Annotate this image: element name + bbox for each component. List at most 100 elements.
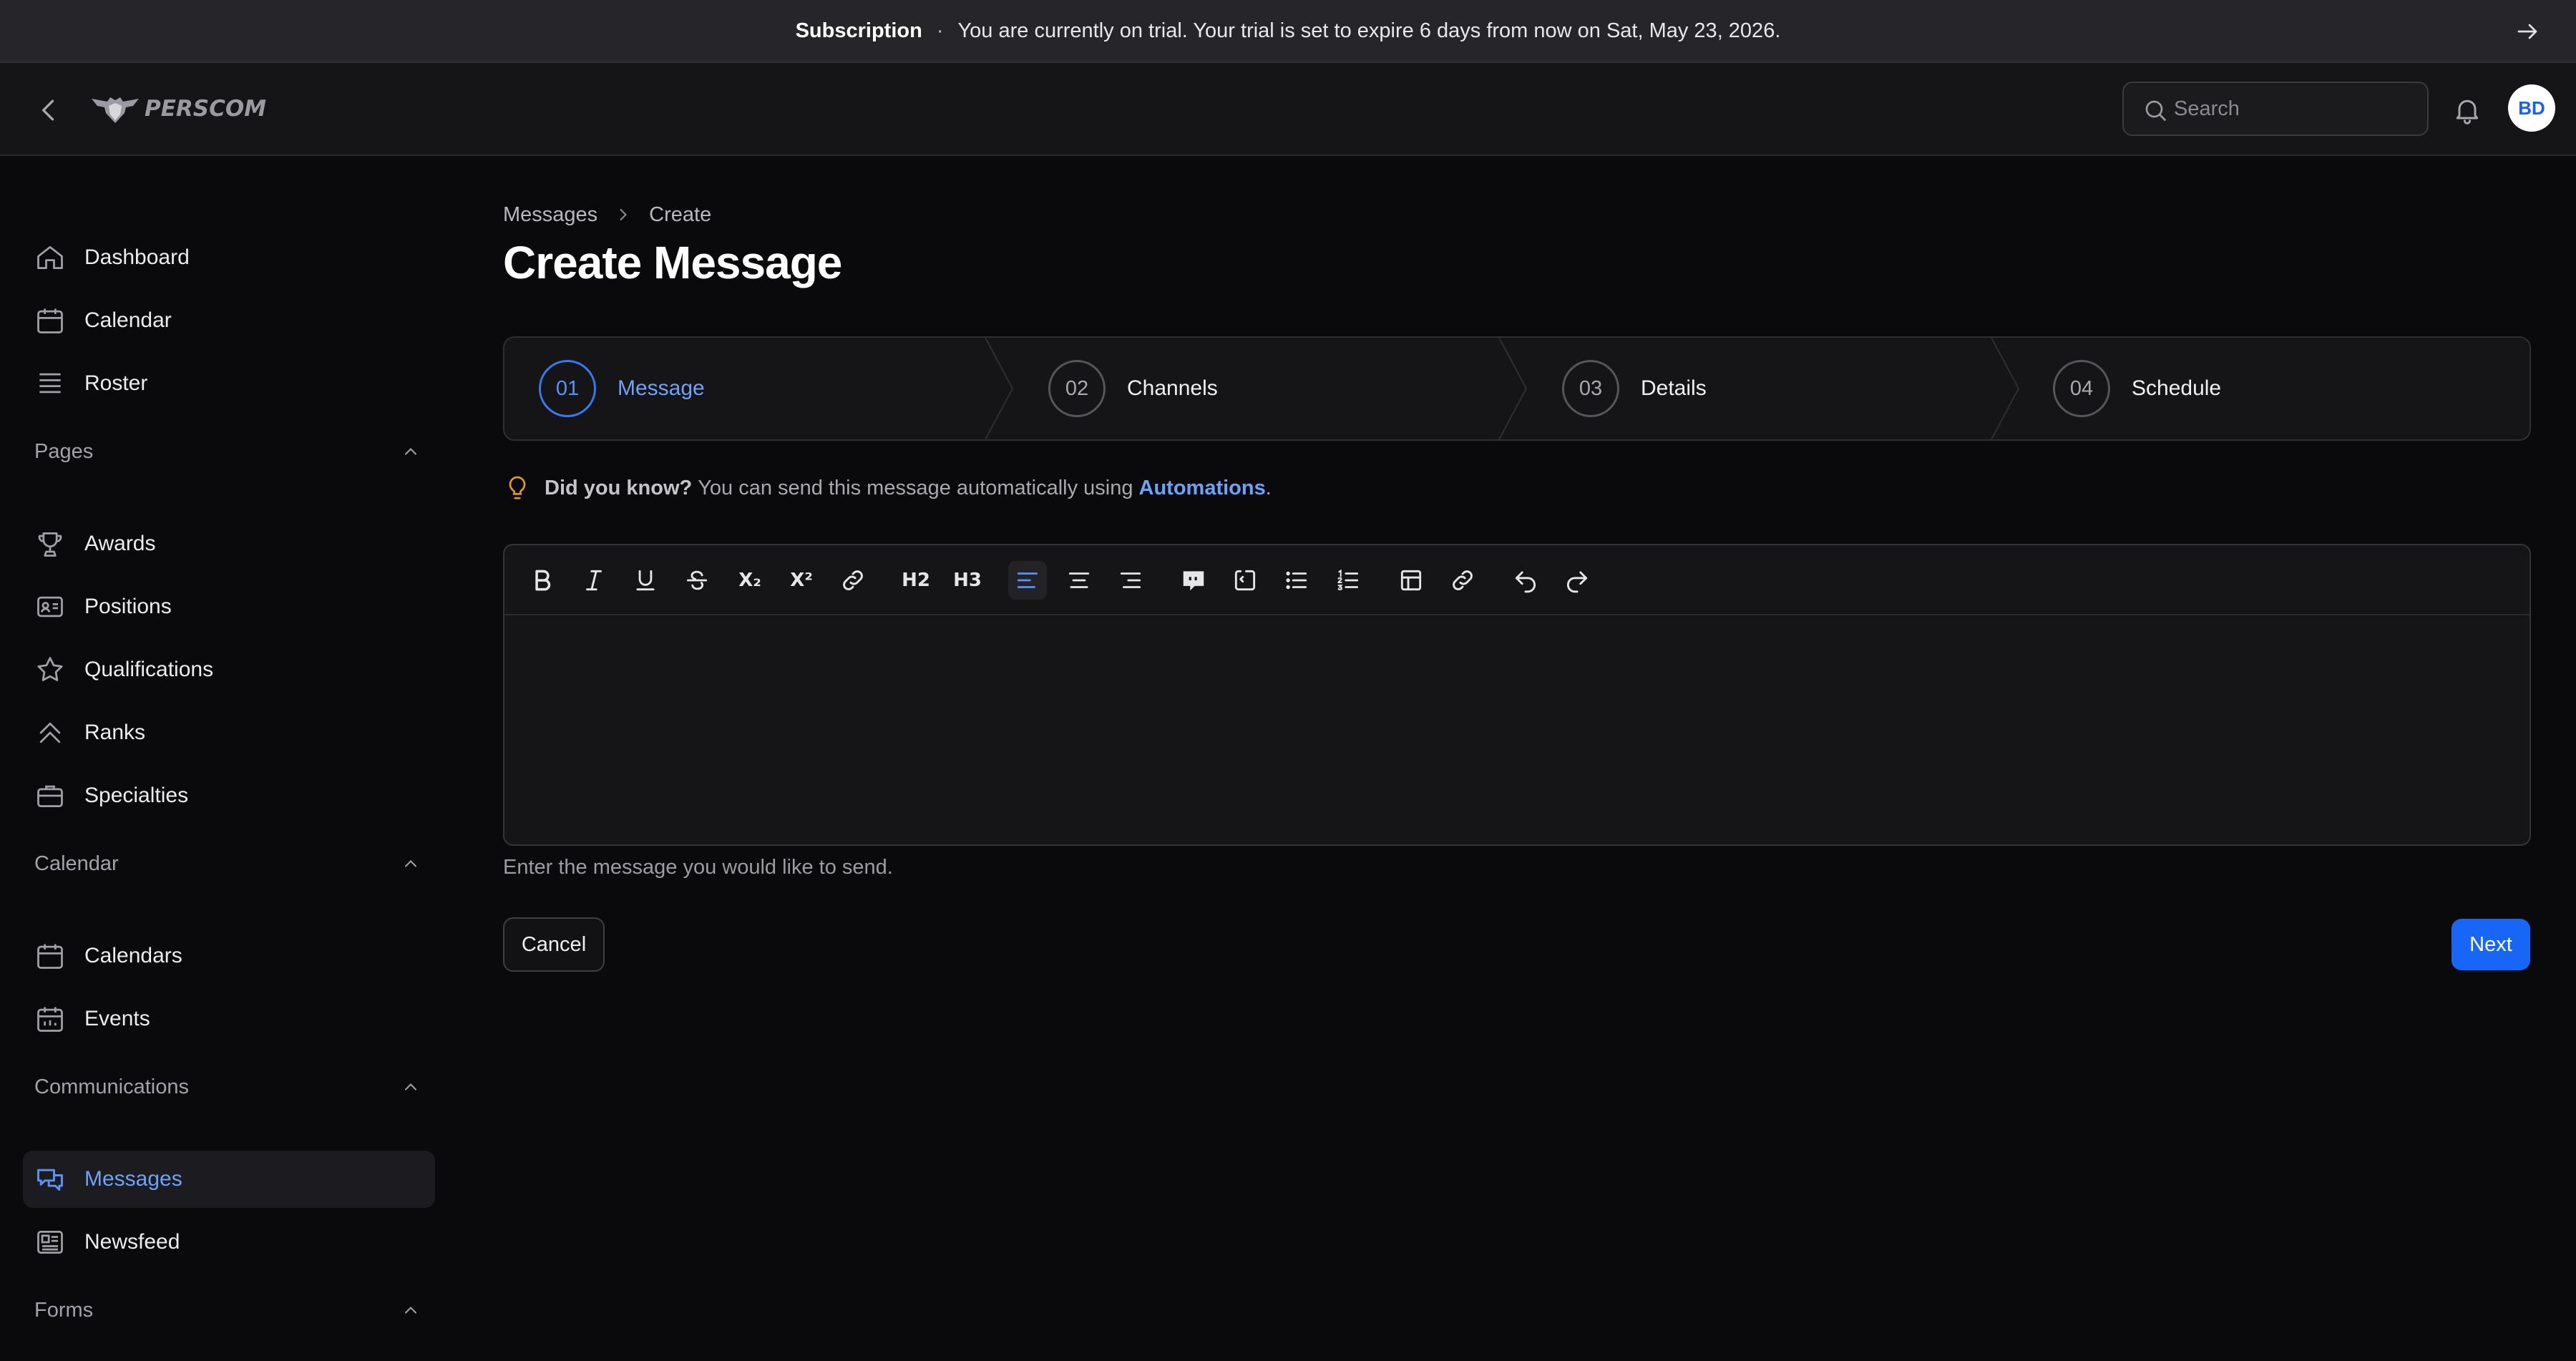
step-number: 03 — [1562, 360, 1619, 417]
briefcase-icon — [37, 785, 63, 808]
sidebar: Dashboard Calendar Roster Pages Awards P… — [0, 157, 458, 1361]
section-title: Calendar — [34, 852, 119, 875]
underline-button[interactable] — [626, 561, 665, 600]
step-number: 02 — [1048, 360, 1106, 417]
attach-link-button[interactable] — [1443, 561, 1482, 600]
subscription-banner: Subscription · You are currently on tria… — [0, 0, 2576, 63]
step-message[interactable]: 01 Message — [539, 338, 705, 439]
ordered-list-button[interactable] — [1329, 561, 1367, 600]
step-divider — [985, 338, 1014, 439]
section-title: Communications — [34, 1075, 189, 1098]
breadcrumb-create: Create — [649, 203, 712, 226]
sidebar-item-dashboard[interactable]: Dashboard — [23, 229, 435, 286]
perscom-logo[interactable]: PERSCOM — [90, 89, 266, 129]
redo-button[interactable] — [1558, 561, 1596, 600]
code-block-icon — [1234, 570, 1256, 591]
sidebar-item-label: Positions — [84, 595, 172, 618]
heading-3-label: H3 — [953, 570, 982, 591]
next-button[interactable]: Next — [2451, 919, 2530, 970]
table-icon — [1400, 570, 1422, 591]
search-input[interactable] — [2174, 97, 2403, 121]
id-card-icon — [37, 596, 63, 618]
section-calendar[interactable]: Calendar — [34, 846, 421, 882]
sidebar-item-events[interactable]: Events — [23, 990, 435, 1048]
step-label: Details — [1641, 376, 1707, 400]
code-block-button[interactable] — [1226, 561, 1264, 600]
sidebar-item-newsfeed[interactable]: Newsfeed — [23, 1214, 435, 1271]
calendar-icon — [37, 944, 63, 969]
arrow-right-icon[interactable] — [2514, 19, 2540, 44]
sidebar-item-qualifications[interactable]: Qualifications — [23, 641, 435, 698]
align-left-button[interactable] — [1008, 561, 1047, 600]
step-label: Channels — [1127, 376, 1218, 400]
tip-text: Did you know? You can send this message a… — [545, 477, 1272, 500]
align-center-button[interactable] — [1060, 561, 1098, 600]
sidebar-item-roster[interactable]: Roster — [23, 355, 435, 412]
chain-link-icon — [1453, 570, 1473, 590]
section-communications[interactable]: Communications — [34, 1069, 421, 1105]
align-right-icon — [1120, 572, 1141, 588]
step-details[interactable]: 03 Details — [1562, 338, 1707, 439]
heading-2-button[interactable]: H2 — [897, 561, 935, 600]
chevron-up-icon — [404, 1307, 417, 1314]
step-channels[interactable]: 02 Channels — [1048, 338, 1218, 439]
bold-button[interactable] — [523, 561, 562, 600]
section-forms[interactable]: Forms — [34, 1292, 421, 1328]
banner-separator: · — [936, 19, 944, 42]
sidebar-item-label: Dashboard — [84, 245, 190, 269]
align-left-icon — [1017, 572, 1038, 588]
message-body-input[interactable] — [504, 617, 2529, 844]
underline-icon — [636, 570, 655, 591]
sidebar-item-label: Ranks — [84, 721, 146, 744]
bell-icon[interactable] — [2451, 94, 2483, 126]
sidebar-item-positions[interactable]: Positions — [23, 578, 435, 635]
step-wizard: 01 Message 02 Channels 03 Details 04 Sch… — [503, 336, 2531, 441]
align-center-icon — [1068, 572, 1090, 588]
table-button[interactable] — [1392, 561, 1430, 600]
winged-shield-icon — [92, 97, 139, 123]
sidebar-item-awards[interactable]: Awards — [23, 515, 435, 572]
chevron-left-icon[interactable] — [33, 94, 64, 126]
redo-icon — [1566, 571, 1588, 593]
sidebar-item-label: Roster — [84, 371, 148, 395]
chevrons-up-icon — [39, 722, 61, 743]
link-button[interactable] — [834, 561, 872, 600]
heading-2-label: H2 — [902, 570, 930, 591]
undo-icon — [1515, 571, 1536, 593]
user-avatar[interactable]: BD — [2508, 84, 2555, 132]
bold-icon — [535, 570, 551, 591]
trophy-icon — [38, 532, 62, 557]
breadcrumb: Messages Create — [503, 200, 711, 229]
heading-3-button[interactable]: H3 — [948, 561, 987, 600]
section-pages[interactable]: Pages — [34, 434, 421, 469]
sidebar-item-messages[interactable]: Messages — [23, 1151, 435, 1208]
chat-bubbles-icon — [37, 1169, 63, 1191]
search-box[interactable] — [2122, 82, 2429, 136]
sidebar-item-specialties[interactable]: Specialties — [23, 767, 435, 824]
superscript-button[interactable]: X² — [782, 561, 821, 600]
did-you-know-tip: Did you know? You can send this message a… — [503, 472, 1272, 504]
automations-link[interactable]: Automations — [1139, 477, 1266, 499]
undo-button[interactable] — [1506, 561, 1545, 600]
italic-button[interactable] — [575, 561, 613, 600]
align-right-button[interactable] — [1111, 561, 1150, 600]
sidebar-item-ranks[interactable]: Ranks — [23, 704, 435, 761]
subscript-button[interactable]: X₂ — [731, 561, 769, 600]
blockquote-button[interactable] — [1174, 561, 1213, 600]
breadcrumb-messages[interactable]: Messages — [503, 203, 597, 227]
banner-title: Subscription — [795, 19, 922, 42]
quote-bubble-icon — [1183, 571, 1204, 591]
chevron-right-icon — [620, 208, 628, 221]
strikethrough-button[interactable] — [678, 561, 716, 600]
bullet-list-button[interactable] — [1277, 561, 1316, 600]
step-number: 04 — [2053, 360, 2110, 417]
newspaper-icon — [37, 1230, 63, 1254]
sidebar-item-calendars[interactable]: Calendars — [23, 927, 435, 985]
link-icon — [843, 570, 863, 590]
step-schedule[interactable]: 04 Schedule — [2053, 338, 2221, 439]
step-divider — [1991, 338, 2020, 439]
roster-icon — [39, 373, 61, 394]
superscript-label: X² — [790, 570, 813, 591]
sidebar-item-calendar[interactable]: Calendar — [23, 292, 435, 349]
cancel-button[interactable]: Cancel — [503, 917, 605, 972]
